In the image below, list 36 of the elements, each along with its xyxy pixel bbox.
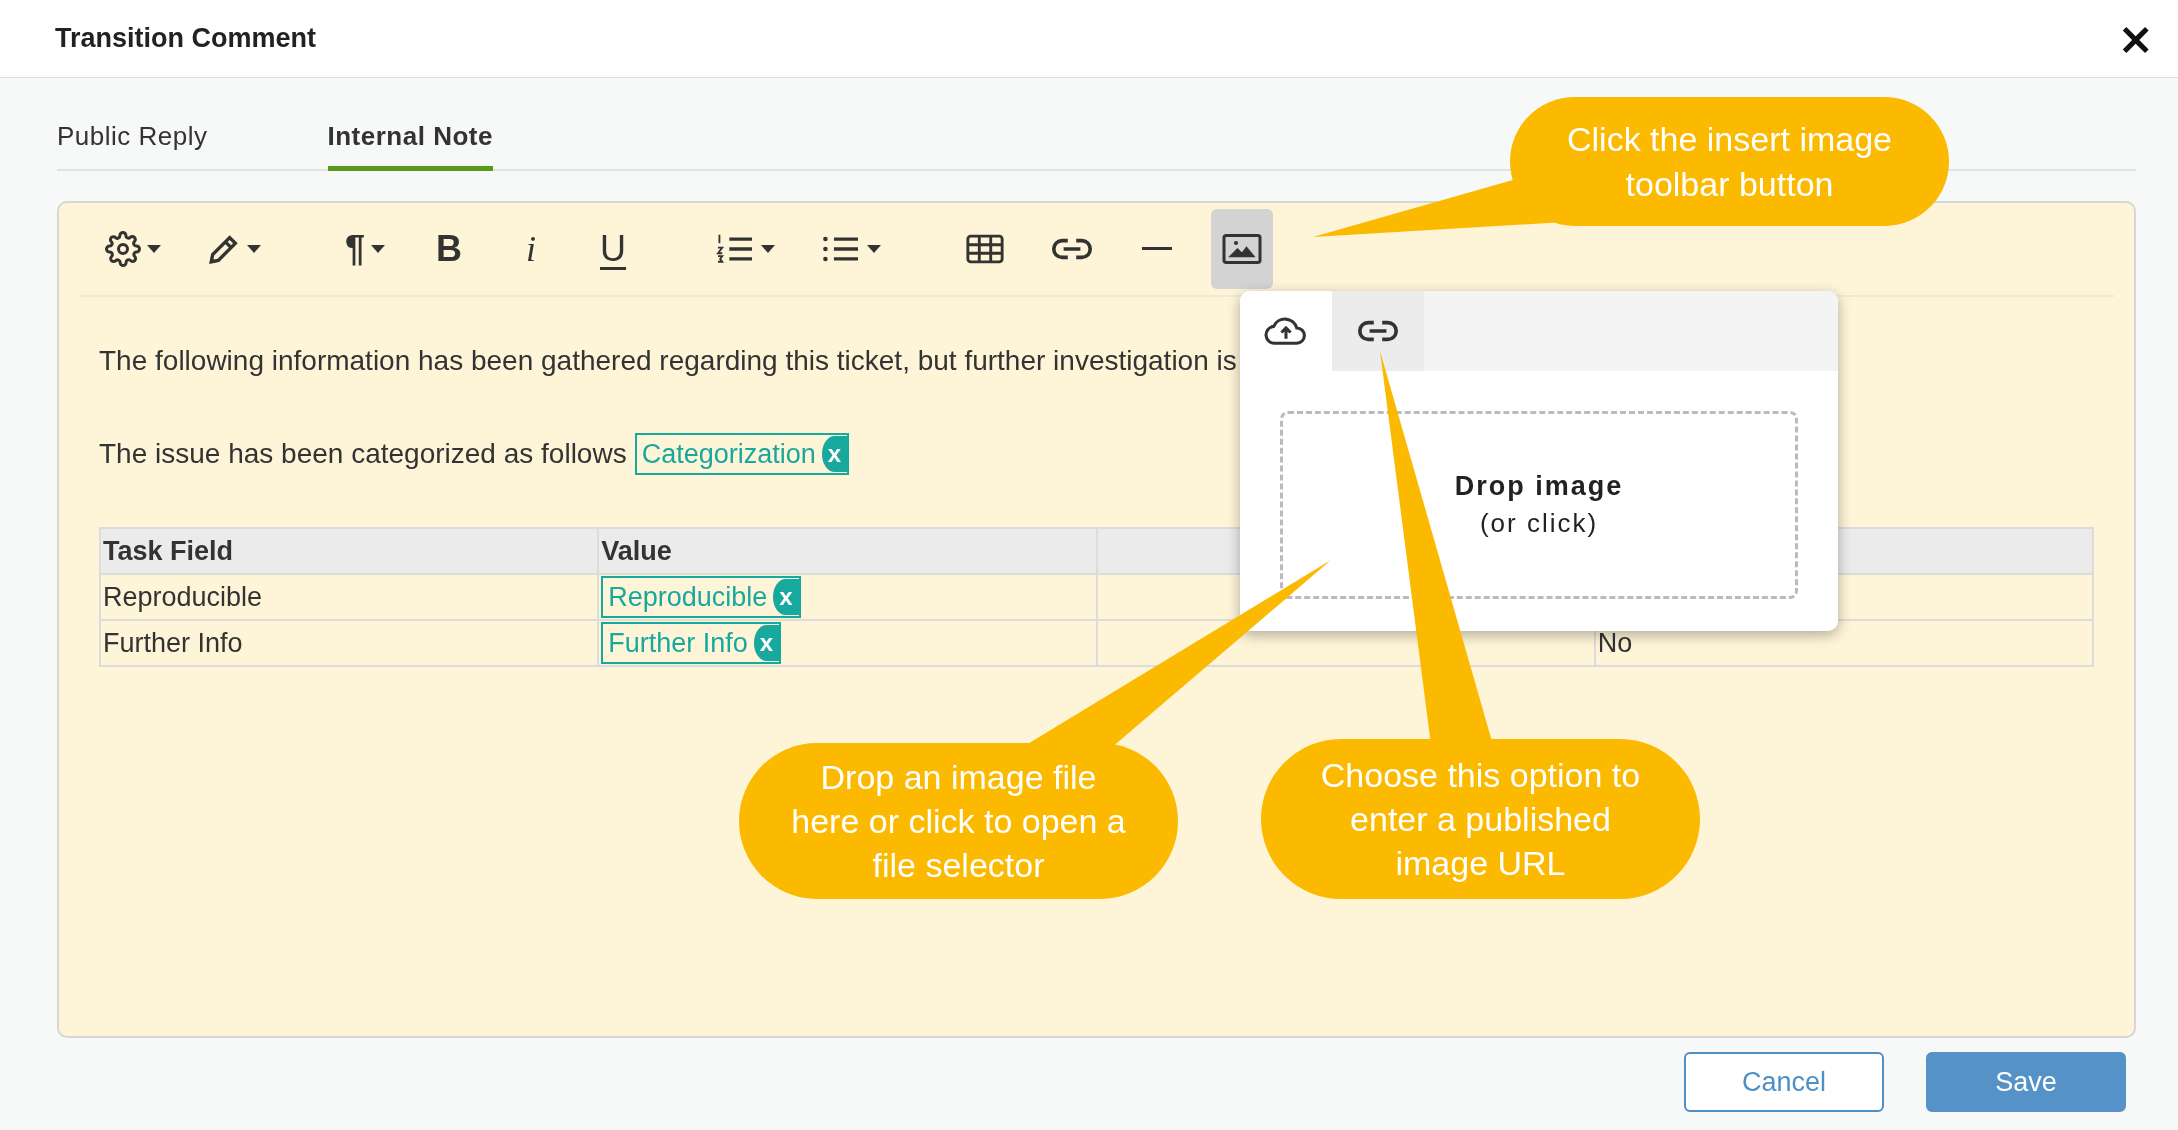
settings-icon [105,231,141,267]
callout-bubble: Choose this option to enter a published image URL [1261,739,1700,899]
link-icon [1357,318,1399,344]
bold-button[interactable]: B [421,209,478,289]
table-cell: No [1597,627,1633,658]
paragraph-text: The following information has been gathered regarding this ticket, but further investigation is [99,345,1237,377]
drop-zone-hint: (or click) [1479,508,1599,539]
image-button[interactable] [1211,209,1274,289]
dialog-title: Transition Comment [55,23,317,54]
paragraph-button[interactable]: ¶ [335,209,396,289]
image-icon [1221,232,1264,266]
italic-button[interactable]: i [503,209,560,289]
link-icon [1051,236,1094,262]
url-tab[interactable] [1332,291,1424,371]
underline-button[interactable]: U [585,209,642,289]
upload-tab[interactable] [1240,291,1332,371]
cloud-upload-icon [1263,315,1309,347]
pencil-icon [207,232,241,266]
horizontal-rule-icon [1142,246,1173,252]
drop-zone-title: Drop image [1454,471,1624,502]
table-cell: Reproducible [103,581,263,612]
caret-icon [247,245,261,253]
callout-bubble: Click the insert image toolbar button [1510,97,1949,226]
caret-icon [147,245,161,253]
tab[interactable]: Internal Note [327,121,493,171]
tab[interactable]: Public Reply [57,121,208,171]
caret-icon [371,245,386,253]
caret-icon [867,245,882,253]
paragraph-text: The issue has been categorized as follows [99,438,627,470]
table-cell: Further Info [103,627,243,658]
close-button[interactable]: × [2113,16,2158,61]
caret-icon [761,245,776,253]
column-header: Value [598,528,1097,574]
column-header: Task Field [100,528,599,574]
table-icon [965,233,1006,265]
callout-bubble: Drop an image file here or click to open a file selector [739,743,1178,899]
